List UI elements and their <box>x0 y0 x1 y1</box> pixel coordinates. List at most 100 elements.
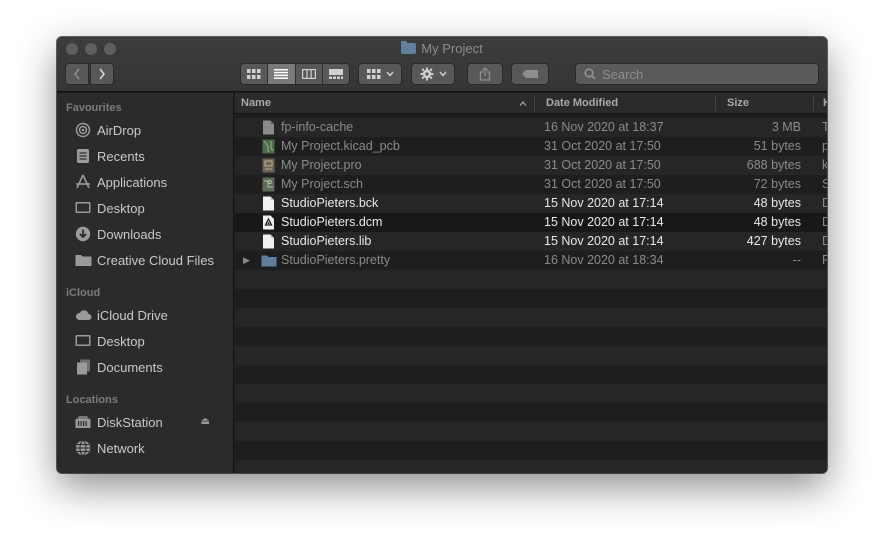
column-separator[interactable] <box>715 96 716 111</box>
chevron-left-icon <box>73 68 80 80</box>
sidebar-item-label: DiskStation <box>97 414 163 430</box>
file-name: fp-info-cache <box>281 120 354 134</box>
sidebar-item-icloud-desktop[interactable]: Desktop <box>74 330 145 352</box>
file-size: -- <box>792 253 801 267</box>
sidebar: Favourites AirDrop Recents Applications … <box>57 93 234 473</box>
forward-button[interactable] <box>90 63 114 85</box>
chevron-right-icon <box>99 68 106 80</box>
document-icon <box>263 234 274 249</box>
file-size: 48 bytes <box>753 196 801 210</box>
column-header-name[interactable]: Name <box>241 97 271 109</box>
server-icon <box>74 414 92 430</box>
file-date: 15 Nov 2020 at 17:14 <box>544 215 664 229</box>
table-row[interactable]: ▶ StudioPieters.pretty 16 Nov 2020 at 18… <box>235 251 827 270</box>
table-row[interactable]: StudioPieters.lib 15 Nov 2020 at 17:14 4… <box>235 232 827 251</box>
sidebar-item-network[interactable]: Network <box>74 437 145 459</box>
column-header-size[interactable]: Size <box>727 97 749 109</box>
sidebar-item-icloud-drive[interactable]: iCloud Drive <box>74 304 168 326</box>
table-row[interactable]: My Project.pro 31 Oct 2020 at 17:50 688 … <box>235 156 827 175</box>
gallery-icon <box>328 69 343 79</box>
sidebar-item-downloads[interactable]: Downloads <box>74 223 161 245</box>
folder-icon <box>401 41 417 54</box>
sidebar-section-icloud: iCloud <box>66 287 101 299</box>
schematic-file-icon <box>262 177 275 192</box>
desktop-icon <box>74 333 92 349</box>
sidebar-item-label: iCloud Drive <box>97 307 168 323</box>
table-row[interactable]: My Project.kicad_pcb 31 Oct 2020 at 17:5… <box>235 137 827 156</box>
finder-window: My Project Search Favourites AirDrop Rec… <box>57 37 827 473</box>
file-name: StudioPieters.dcm <box>281 215 383 229</box>
group-grid-icon <box>366 69 380 79</box>
file-date: 16 Nov 2020 at 18:34 <box>544 253 664 267</box>
file-size: 51 bytes <box>753 139 801 153</box>
file-kind: F <box>822 253 827 267</box>
sidebar-item-label: Documents <box>97 359 163 375</box>
file-name: My Project.kicad_pcb <box>281 139 400 153</box>
sidebar-item-documents[interactable]: Documents <box>74 356 163 378</box>
sidebar-item-label: Desktop <box>97 333 145 349</box>
column-header-kind[interactable]: K <box>823 97 827 109</box>
document-icon <box>263 196 274 211</box>
file-size: 427 bytes <box>746 234 801 248</box>
empty-row <box>235 346 827 365</box>
file-date: 15 Nov 2020 at 17:14 <box>544 234 664 248</box>
column-separator[interactable] <box>813 96 814 111</box>
table-row[interactable]: fp-info-cache 16 Nov 2020 at 18:37 3 MB … <box>235 118 827 137</box>
window-title: My Project <box>57 41 827 57</box>
sidebar-item-label: Downloads <box>97 226 162 242</box>
table-row[interactable]: StudioPieters.dcm 15 Nov 2020 at 17:14 4… <box>235 213 827 232</box>
column-header-date[interactable]: Date Modified <box>546 97 618 109</box>
sidebar-item-label: Desktop <box>97 200 145 216</box>
sidebar-item-label: AirDrop <box>97 122 142 138</box>
sidebar-item-desktop[interactable]: Desktop <box>74 197 145 219</box>
eject-icon[interactable]: ⏏ <box>201 416 210 427</box>
chevron-down-icon <box>385 71 394 77</box>
share-button[interactable] <box>467 63 503 85</box>
desktop-icon <box>74 200 92 216</box>
empty-row <box>235 270 827 289</box>
list-icon <box>274 69 289 79</box>
file-name: StudioPieters.bck <box>281 196 379 210</box>
gallery-view-button[interactable] <box>323 64 349 84</box>
file-kind: p <box>822 139 827 153</box>
sidebar-item-airdrop[interactable]: AirDrop <box>74 119 141 141</box>
sidebar-item-label: Applications <box>97 174 168 190</box>
back-button[interactable] <box>65 63 89 85</box>
share-icon <box>479 67 491 81</box>
globe-icon <box>74 440 92 456</box>
sidebar-item-creative-cloud-files[interactable]: Creative Cloud Files <box>74 249 214 271</box>
sidebar-item-recents[interactable]: Recents <box>74 145 145 167</box>
column-separator[interactable] <box>534 96 535 111</box>
file-date: 31 Oct 2020 at 17:50 <box>544 139 661 153</box>
view-mode-selector[interactable] <box>240 63 350 85</box>
list-view-button[interactable] <box>268 64 296 84</box>
search-field[interactable] <box>575 63 819 85</box>
cloud-icon <box>74 307 92 323</box>
file-kind: D <box>822 234 827 248</box>
file-kind: D <box>822 215 827 229</box>
documents-icon <box>74 359 92 375</box>
file-size: 48 bytes <box>753 215 801 229</box>
group-by-button[interactable] <box>358 63 402 85</box>
columns-icon <box>301 69 316 79</box>
file-size: 72 bytes <box>753 177 801 191</box>
project-file-icon <box>262 158 275 173</box>
table-row[interactable]: My Project.sch 31 Oct 2020 at 17:50 72 b… <box>235 175 827 194</box>
action-menu-button[interactable] <box>411 63 455 85</box>
sidebar-item-applications[interactable]: Applications <box>74 171 167 193</box>
file-kind: T <box>822 120 827 134</box>
icon-view-button[interactable] <box>241 64 269 84</box>
file-name: My Project.pro <box>281 158 362 172</box>
empty-row <box>235 460 827 473</box>
dcm-file-icon <box>263 215 274 230</box>
sort-ascending-icon <box>519 101 527 106</box>
edit-tags-button[interactable] <box>511 63 549 85</box>
empty-row <box>235 384 827 403</box>
sidebar-item-diskstation[interactable]: DiskStation ⏏ <box>74 411 224 433</box>
column-view-button[interactable] <box>296 64 323 84</box>
file-kind: k <box>822 158 827 172</box>
table-row[interactable]: StudioPieters.bck 15 Nov 2020 at 17:14 4… <box>235 194 827 213</box>
search-input[interactable] <box>602 66 802 82</box>
grid-icon <box>247 69 261 79</box>
disclosure-triangle-icon[interactable]: ▶ <box>243 255 250 266</box>
